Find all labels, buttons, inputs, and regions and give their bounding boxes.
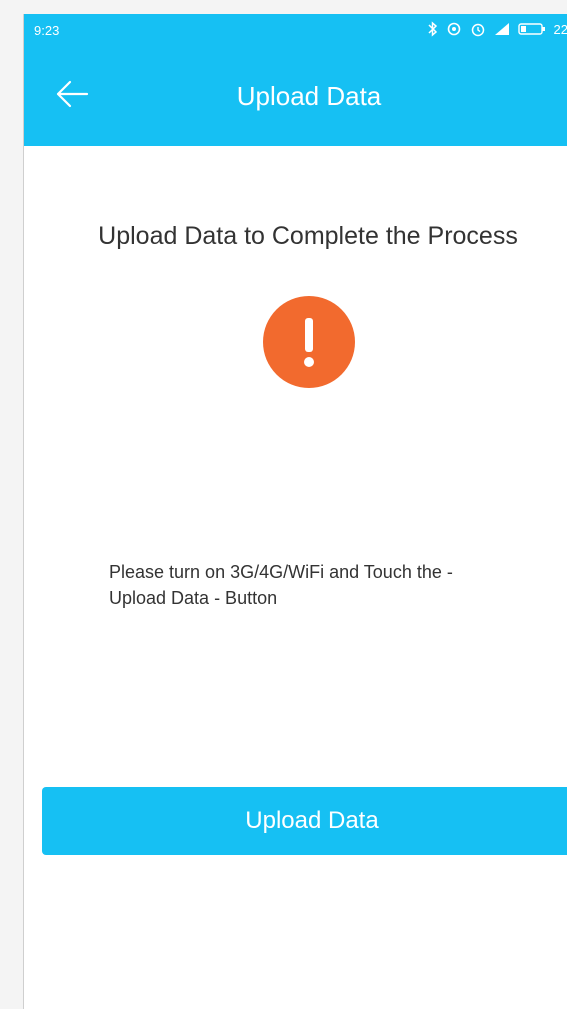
status-time: 9:23 <box>34 23 60 38</box>
page-title: Upload Data <box>236 81 382 111</box>
status-icons: 22 <box>428 21 567 37</box>
app-bar: Upload Data <box>24 50 567 146</box>
alarm-icon <box>470 21 486 37</box>
app-screen: 9:23 22 Upload Data Upload Data to Compl… <box>23 14 567 1009</box>
process-heading: Upload Data to Complete the Process <box>98 222 518 250</box>
instruction-message: Please turn on 3G/4G/WiFi and Touch the … <box>109 562 453 608</box>
battery-icon <box>517 22 546 36</box>
exclamation-icon <box>263 296 355 388</box>
battery-level: 22 <box>553 21 567 37</box>
status-bar: 9:23 22 <box>24 14 567 50</box>
bluetooth-icon <box>428 21 438 37</box>
sync-icon <box>446 21 462 37</box>
signal-icon <box>494 22 510 36</box>
upload-data-button[interactable]: Upload Data <box>42 787 567 855</box>
